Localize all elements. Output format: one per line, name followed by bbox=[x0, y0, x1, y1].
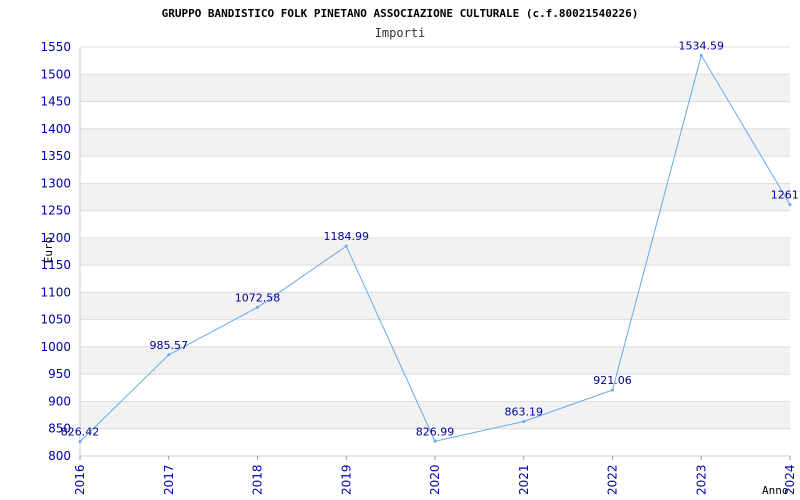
data-point bbox=[788, 203, 792, 207]
x-tick-label: 2022 bbox=[606, 464, 620, 495]
y-tick-label: 1000 bbox=[40, 340, 71, 354]
line-chart: GRUPPO BANDISTICO FOLK PINETANO ASSOCIAZ… bbox=[40, 7, 800, 497]
y-tick-label: 900 bbox=[48, 394, 71, 408]
y-tick-label: 1450 bbox=[40, 95, 71, 109]
data-point bbox=[167, 353, 171, 357]
y-tick-label: 1250 bbox=[40, 204, 71, 218]
data-label: 826.99 bbox=[416, 425, 455, 438]
data-label: 921.06 bbox=[593, 374, 632, 387]
x-tick-label: 2020 bbox=[428, 464, 442, 495]
y-axis-label: Euro bbox=[42, 237, 55, 264]
x-tick-label: 2023 bbox=[694, 464, 708, 495]
x-tick-label: 2018 bbox=[251, 464, 265, 495]
grid-band bbox=[80, 128, 790, 157]
x-tick-label: 2017 bbox=[162, 464, 176, 495]
data-point bbox=[699, 53, 703, 57]
data-label: 1534.59 bbox=[679, 39, 725, 52]
x-tick-label: 2016 bbox=[73, 464, 87, 495]
data-label: 826.42 bbox=[61, 426, 100, 439]
grid-band bbox=[80, 74, 790, 102]
data-label: 863.19 bbox=[505, 406, 544, 419]
data-point bbox=[522, 420, 526, 424]
y-tick-label: 1400 bbox=[40, 122, 71, 136]
x-tick-labels: 2016 2017 2018 2019 2020 2021 2022 2023 2024 bbox=[73, 464, 797, 495]
data-point bbox=[78, 440, 82, 444]
data-label: 1072.58 bbox=[235, 291, 281, 304]
chart-subtitle: Importi bbox=[375, 26, 426, 40]
y-tick-label: 1350 bbox=[40, 149, 71, 163]
chart-title: GRUPPO BANDISTICO FOLK PINETANO ASSOCIAZ… bbox=[162, 7, 639, 20]
grid-band bbox=[80, 292, 790, 320]
y-tick-label: 1050 bbox=[40, 313, 71, 327]
x-axis-label: Anno bbox=[762, 484, 789, 497]
grid-band bbox=[80, 237, 790, 266]
data-point bbox=[433, 439, 437, 443]
data-point bbox=[344, 244, 348, 248]
y-tick-label: 1500 bbox=[40, 67, 71, 81]
data-label: 1184.99 bbox=[324, 230, 370, 243]
y-tick-label: 800 bbox=[48, 449, 71, 463]
data-point bbox=[611, 388, 614, 392]
data-label: 985.57 bbox=[150, 339, 189, 352]
data-point bbox=[256, 305, 259, 309]
y-tick-label: 1100 bbox=[40, 285, 71, 299]
y-tick-label: 1550 bbox=[40, 40, 71, 54]
grid-bands bbox=[80, 74, 790, 429]
x-tick-label: 2021 bbox=[517, 464, 531, 495]
x-tick-label: 2019 bbox=[339, 464, 353, 495]
y-tick-label: 1300 bbox=[40, 176, 71, 190]
data-label: 1261.0 bbox=[771, 189, 800, 202]
y-tick-label: 950 bbox=[48, 367, 71, 381]
chart-container: GRUPPO BANDISTICO FOLK PINETANO ASSOCIAZ… bbox=[0, 0, 800, 500]
grid-band bbox=[80, 183, 790, 211]
